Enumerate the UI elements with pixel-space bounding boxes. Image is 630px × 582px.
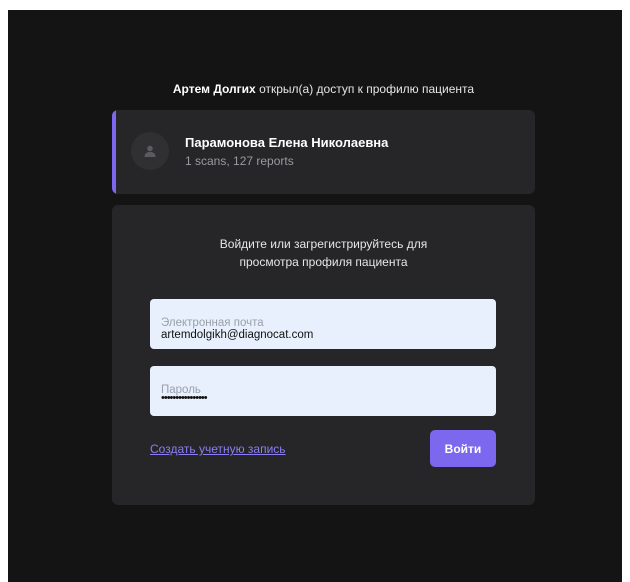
login-card: Войдите или загрегистрируйтесь для просм…	[112, 205, 535, 505]
email-value: artemdolgikh@diagnocat.com	[161, 329, 314, 341]
login-prompt-line1: Войдите или загрегистрируйтесь для	[219, 237, 428, 251]
password-mask: ••••••••••••••••	[161, 392, 208, 404]
patient-name: Парамонова Елена Николаевна	[185, 135, 389, 150]
user-icon	[144, 145, 156, 157]
avatar	[131, 132, 169, 170]
create-account-link[interactable]: Создать учетную запись	[150, 442, 286, 456]
email-field[interactable]: Электронная почта artemdolgikh@diagnocat…	[150, 299, 496, 349]
share-text: открыл(а) доступ к профилю пациента	[255, 82, 475, 96]
login-prompt-line2: просмотра профиля пациента	[239, 255, 408, 269]
patient-card: Парамонова Елена Николаевна 1 scans, 127…	[112, 110, 535, 194]
share-header: Артем Долгих открыл(а) доступ к профилю …	[112, 81, 535, 97]
patient-card-accent	[112, 110, 116, 194]
login-button[interactable]: Войти	[430, 430, 496, 467]
owner-name: Артем Долгих	[172, 82, 256, 96]
patient-stats: 1 scans, 127 reports	[185, 154, 294, 168]
password-field[interactable]: Пароль ••••••••••••••••	[150, 366, 496, 416]
login-prompt: Войдите или загрегистрируйтесь для просм…	[112, 235, 535, 271]
email-placeholder: Электронная почта	[161, 317, 264, 329]
